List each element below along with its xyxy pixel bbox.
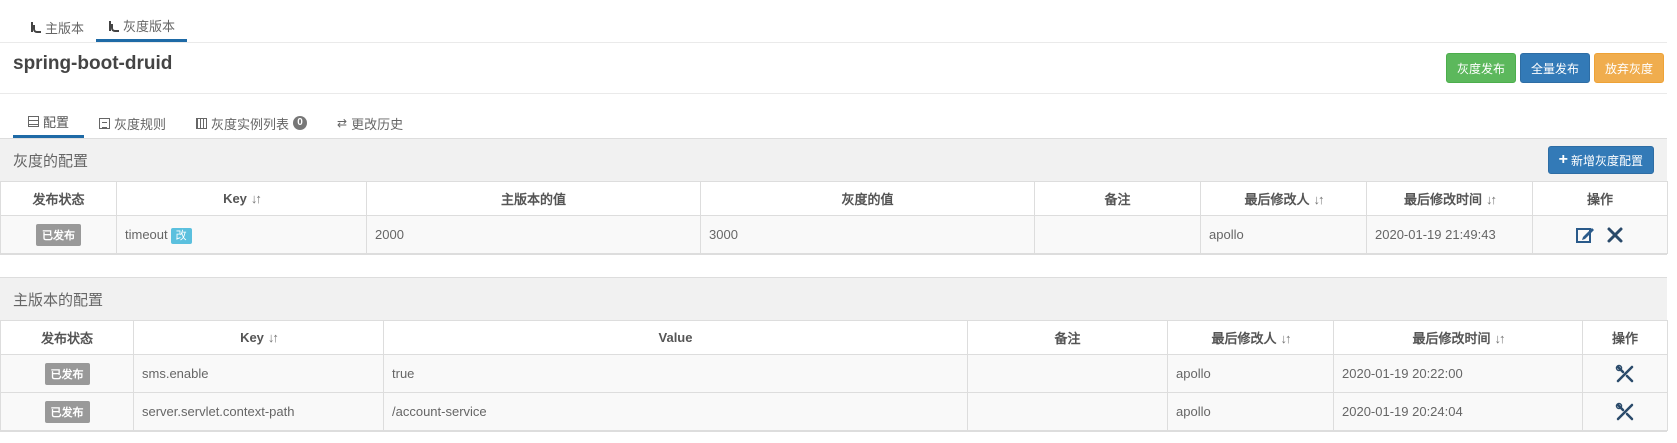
column-header-modifier[interactable]: 最后修改人 ↓↑ [1200,181,1367,216]
comment-cell [1034,215,1201,254]
column-header-time[interactable]: 最后修改时间 ↓↑ [1366,181,1533,216]
status-badge: 已发布 [44,400,90,423]
branch-tab-gray[interactable]: 灰度版本 [96,12,188,42]
grid-icon [196,117,208,129]
table-header-row: 发布状态 Key ↓↑ 主版本的值 灰度的值 备注 最后修改人 ↓↑ 最后修改时间 ↓… [0,181,1668,216]
tab-label: 更改历史 [351,116,404,132]
key-cell: timeout 改 [116,215,367,254]
gray-config-table: 发布状态 Key ↓↑ 主版本的值 灰度的值 备注 最后修改人 ↓↑ 最后修改时间 ↓… [0,181,1668,254]
modified-tag: 改 [170,227,192,244]
abandon-gray-button[interactable]: 放弃灰度 [1593,53,1664,83]
main-value-cell: 2000 [366,215,701,254]
gray-config-panel: 灰度的配置 + 新增灰度配置 发布状态 Key ↓↑ 主版本的值 灰度的值 备注 … [0,138,1668,255]
tools-icon[interactable] [1615,402,1635,422]
modifier-cell: apollo [1200,215,1367,254]
panel-title: 主版本的配置 [13,291,104,309]
tab-gray-instances[interactable]: 灰度实例列表 0 [181,108,322,138]
time-cell: 2020-01-19 21:49:43 [1366,215,1533,254]
branch-tabs: 主版本 灰度版本 [18,12,188,42]
apollo-config-page: 主版本 灰度版本 spring-boot-druid 灰度发布 全量发布 放弃灰… [0,0,1677,443]
branch-tab-label: 主版本 [45,20,85,36]
sort-icon[interactable]: ↓↑ [268,330,279,345]
tab-label: 灰度规则 [114,116,167,132]
branch-tab-label: 灰度版本 [123,19,176,34]
sort-icon[interactable]: ↓↑ [1495,331,1506,346]
column-header: 主版本的值 [366,181,701,216]
instance-count-badge: 0 [293,116,308,130]
table-row: 已发布 timeout 改 2000 3000 apollo 2020-01-19… [0,215,1668,254]
column-header: 操作 [1582,320,1668,355]
column-header: Value [383,320,968,355]
column-header: 备注 [967,320,1168,355]
table-row: 已发布 server.servlet.context-path /account… [0,392,1668,431]
sort-icon[interactable]: ↓↑ [1486,192,1497,207]
panel-header: 主版本的配置 [0,278,1667,320]
tools-icon[interactable] [1615,364,1635,384]
value-cell: /account-service [383,392,968,431]
content-tabs: 配置 灰度规则 灰度实例列表 0 ⇄ 更改历史 [13,108,418,138]
column-header: 备注 [1034,181,1201,216]
status-cell: 已发布 [0,392,134,431]
table-row: 已发布 sms.enable true apollo 2020-01-19 20… [0,354,1668,393]
modifier-cell: apollo [1167,392,1334,431]
time-cell: 2020-01-19 20:22:00 [1333,354,1583,393]
key-cell: server.servlet.context-path [133,392,384,431]
gray-release-button[interactable]: 灰度发布 [1445,53,1516,83]
modifier-cell: apollo [1167,354,1334,393]
tab-label: 配置 [43,115,70,130]
tab-label: 灰度实例列表 [211,116,290,132]
gray-value-cell: 3000 [700,215,1035,254]
status-badge: 已发布 [36,223,81,246]
divider [0,93,1667,94]
plus-icon: + [1558,151,1568,168]
sort-icon[interactable]: ↓↑ [1314,192,1325,207]
comment-cell [967,392,1168,431]
operations-cell [1532,215,1668,254]
column-header-time[interactable]: 最后修改时间 ↓↑ [1333,320,1583,355]
sort-icon[interactable]: ↓↑ [251,191,262,206]
column-header-modifier[interactable]: 最后修改人 ↓↑ [1167,320,1334,355]
value-cell: true [383,354,968,393]
main-config-panel: 主版本的配置 发布状态 Key ↓↑ Value 备注 最后修改人 ↓↑ 最后修改时… [0,277,1668,432]
panel-header: 灰度的配置 + 新增灰度配置 [0,139,1667,181]
operations-cell [1582,392,1668,431]
status-cell: 已发布 [0,215,117,254]
time-cell: 2020-01-19 20:24:04 [1333,392,1583,431]
edit-icon[interactable] [1575,225,1595,245]
document-icon [99,117,111,129]
key-text: timeout [125,226,168,242]
branch-icon [108,20,120,32]
panel-title: 灰度的配置 [13,152,89,170]
column-header: 发布状态 [0,181,117,216]
tab-gray-rules[interactable]: 灰度规则 [84,108,181,138]
comment-cell [967,354,1168,393]
operations-cell [1582,354,1668,393]
divider [0,42,1667,43]
page-title: spring-boot-druid [13,53,173,74]
key-cell: sms.enable [133,354,384,393]
column-header: 操作 [1532,181,1668,216]
column-header: 发布状态 [0,320,134,355]
swap-icon: ⇄ [337,116,348,130]
add-gray-config-button[interactable]: + 新增灰度配置 [1547,146,1654,174]
main-config-table: 发布状态 Key ↓↑ Value 备注 最后修改人 ↓↑ 最后修改时间 ↓↑ 操作 … [0,320,1668,431]
top-actions: 灰度发布 全量发布 放弃灰度 [1445,53,1664,83]
tab-history[interactable]: ⇄ 更改历史 [322,108,418,138]
status-badge: 已发布 [44,362,90,385]
column-header: 灰度的值 [700,181,1035,216]
column-header-key[interactable]: Key ↓↑ [133,320,384,355]
tab-config[interactable]: 配置 [13,108,85,138]
status-cell: 已发布 [0,354,134,393]
branch-tab-main[interactable]: 主版本 [18,12,96,42]
table-header-row: 发布状态 Key ↓↑ Value 备注 最后修改人 ↓↑ 最后修改时间 ↓↑ 操作 [0,320,1668,355]
delete-icon[interactable] [1605,225,1625,245]
full-release-button[interactable]: 全量发布 [1519,53,1590,83]
button-label: 新增灰度配置 [1570,153,1643,168]
column-header-key[interactable]: Key ↓↑ [116,181,367,216]
branch-icon [30,21,41,33]
table-icon [28,116,39,127]
sort-icon[interactable]: ↓↑ [1281,331,1292,346]
